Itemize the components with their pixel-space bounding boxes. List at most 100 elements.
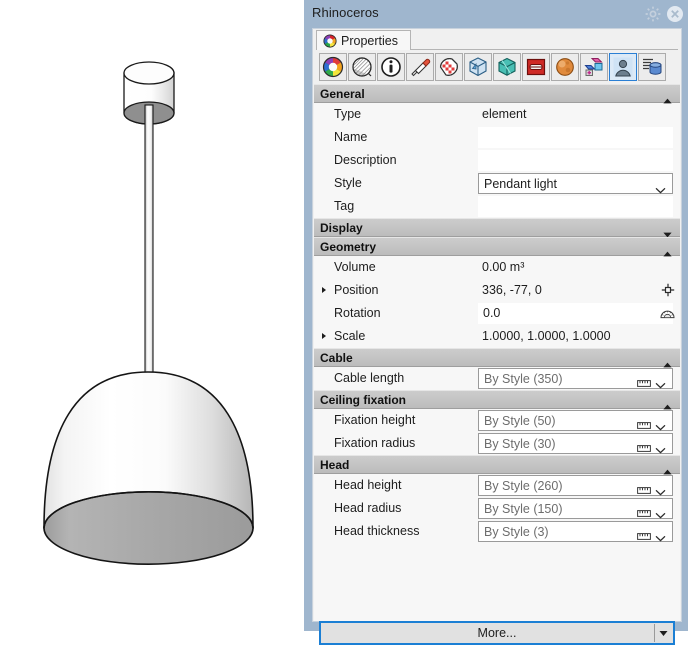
property-dropdown[interactable]: Pendant light: [478, 173, 673, 194]
section-title: Head: [320, 457, 350, 472]
property-row-head-thickness[interactable]: Head thickness By Style (3): [314, 520, 680, 543]
property-value: By Style (260): [484, 479, 563, 493]
property-list[interactable]: General Type element Name Description Style Pe…: [314, 84, 680, 621]
orange-sphere-icon[interactable]: [551, 53, 579, 81]
property-row-type[interactable]: Type element: [314, 103, 680, 126]
property-label: Fixation radius: [334, 436, 416, 450]
property-label: Head radius: [334, 501, 402, 515]
property-input[interactable]: [478, 196, 673, 217]
viewport-3d[interactable]: [0, 0, 304, 631]
property-label: Head height: [334, 478, 402, 492]
property-row-rotation[interactable]: Rotation 0.0: [314, 302, 680, 325]
property-label: Type: [334, 107, 362, 121]
gear-icon[interactable]: [644, 5, 662, 23]
tab-label: Properties: [341, 33, 398, 48]
property-value: element: [482, 107, 527, 121]
property-dropdown[interactable]: By Style (30): [478, 433, 673, 454]
property-dropdown[interactable]: By Style (150): [478, 498, 673, 519]
expander-triangle-icon[interactable]: [322, 287, 326, 293]
property-dropdown[interactable]: By Style (50): [478, 410, 673, 431]
property-label: Description: [334, 153, 397, 167]
section-header-general[interactable]: General: [314, 84, 680, 104]
more-button[interactable]: More...: [319, 621, 675, 645]
section-header-display[interactable]: Display: [314, 218, 680, 238]
property-value: By Style (150): [484, 502, 563, 516]
window-title: Rhinoceros: [312, 5, 379, 20]
caret-down-icon[interactable]: [654, 624, 671, 642]
lamp-head: [43, 371, 254, 565]
property-label: Volume: [334, 260, 376, 274]
property-label: Scale: [334, 329, 366, 343]
close-circle-icon[interactable]: [666, 5, 684, 23]
cable: [144, 104, 154, 381]
property-row-head-radius[interactable]: Head radius By Style (150): [314, 497, 680, 520]
property-value: 0.00 m³: [482, 260, 525, 274]
panel-titlebar: Rhinoceros: [304, 0, 688, 28]
expander-triangle-icon[interactable]: [322, 333, 326, 339]
person-avatar-icon[interactable]: [609, 53, 637, 81]
property-label: Name: [334, 130, 368, 144]
section-title: Cable: [320, 350, 353, 365]
more-button-label: More...: [477, 626, 517, 640]
property-value: Pendant light: [484, 177, 557, 191]
pendant-lamp-model: [43, 61, 254, 565]
property-row-name[interactable]: Name: [314, 126, 680, 149]
property-value: By Style (350): [484, 372, 563, 386]
property-row-fixation-height[interactable]: Fixation height By Style (50): [314, 409, 680, 432]
sphere-shaded-icon[interactable]: [348, 53, 376, 81]
property-input[interactable]: [478, 150, 673, 171]
chevron-down-icon[interactable]: [655, 529, 666, 547]
property-value: 1.0000, 1.0000, 1.0000: [482, 329, 611, 343]
property-row-fixation-radius[interactable]: Fixation radius By Style (30): [314, 432, 680, 455]
properties-panel: Rhinoceros Properties General Type eleme…: [304, 0, 688, 645]
section-header-cable[interactable]: Cable: [314, 348, 680, 368]
info-circle-icon[interactable]: [377, 53, 405, 81]
property-row-style[interactable]: Style Pendant light: [314, 172, 680, 195]
section-header-geometry[interactable]: Geometry: [314, 237, 680, 257]
panel-body: Properties General Type element Name Des…: [312, 28, 682, 645]
property-value: 0.0: [483, 306, 501, 320]
section-title: Ceiling fixation: [320, 392, 407, 407]
section-header-head[interactable]: Head: [314, 455, 680, 475]
cube-light-icon[interactable]: [464, 53, 492, 81]
property-row-cable-length[interactable]: Cable length By Style (350): [314, 367, 680, 390]
property-row-volume[interactable]: Volume 0.00 m³: [314, 256, 680, 279]
tab-properties[interactable]: Properties: [316, 30, 411, 50]
color-wheel-icon[interactable]: [319, 53, 347, 81]
property-value: By Style (50): [484, 414, 556, 428]
protractor-icon[interactable]: [660, 306, 675, 324]
section-header-ceiling-fixation[interactable]: Ceiling fixation: [314, 390, 680, 410]
property-value: By Style (3): [484, 525, 549, 539]
color-wheel-icon: [323, 33, 337, 48]
property-label: Cable length: [334, 371, 405, 385]
database-list-icon[interactable]: [638, 53, 666, 81]
property-dropdown[interactable]: By Style (260): [478, 475, 673, 496]
property-dropdown[interactable]: By Style (3): [478, 521, 673, 542]
property-row-tag[interactable]: Tag: [314, 195, 680, 218]
property-label: Fixation height: [334, 413, 416, 427]
section-title: Geometry: [320, 239, 377, 254]
link-blocks-icon[interactable]: [580, 53, 608, 81]
tab-strip: Properties: [313, 29, 681, 50]
red-box-icon[interactable]: [522, 53, 550, 81]
texture-map-icon[interactable]: [435, 53, 463, 81]
property-label: Position: [334, 283, 379, 297]
app-window: Rhinoceros Properties General Type eleme…: [0, 0, 688, 645]
section-title: Display: [320, 220, 363, 235]
properties-toolbar: [314, 50, 680, 84]
property-row-position[interactable]: Position 336, -77, 0: [314, 279, 680, 302]
property-label: Rotation: [334, 306, 381, 320]
paint-brush-icon[interactable]: [406, 53, 434, 81]
cube-teal-icon[interactable]: [493, 53, 521, 81]
property-row-scale[interactable]: Scale 1.0000, 1.0000, 1.0000: [314, 325, 680, 348]
property-label: Head thickness: [334, 524, 420, 538]
ruler-icon[interactable]: [637, 528, 651, 546]
position-target-icon[interactable]: [661, 283, 675, 302]
property-value: 336, -77, 0: [482, 283, 542, 297]
section-title: General: [320, 86, 365, 101]
property-input[interactable]: [478, 127, 673, 148]
property-row-description[interactable]: Description: [314, 149, 680, 172]
property-input[interactable]: 0.0: [478, 303, 673, 324]
property-row-head-height[interactable]: Head height By Style (260): [314, 474, 680, 497]
property-dropdown[interactable]: By Style (350): [478, 368, 673, 389]
